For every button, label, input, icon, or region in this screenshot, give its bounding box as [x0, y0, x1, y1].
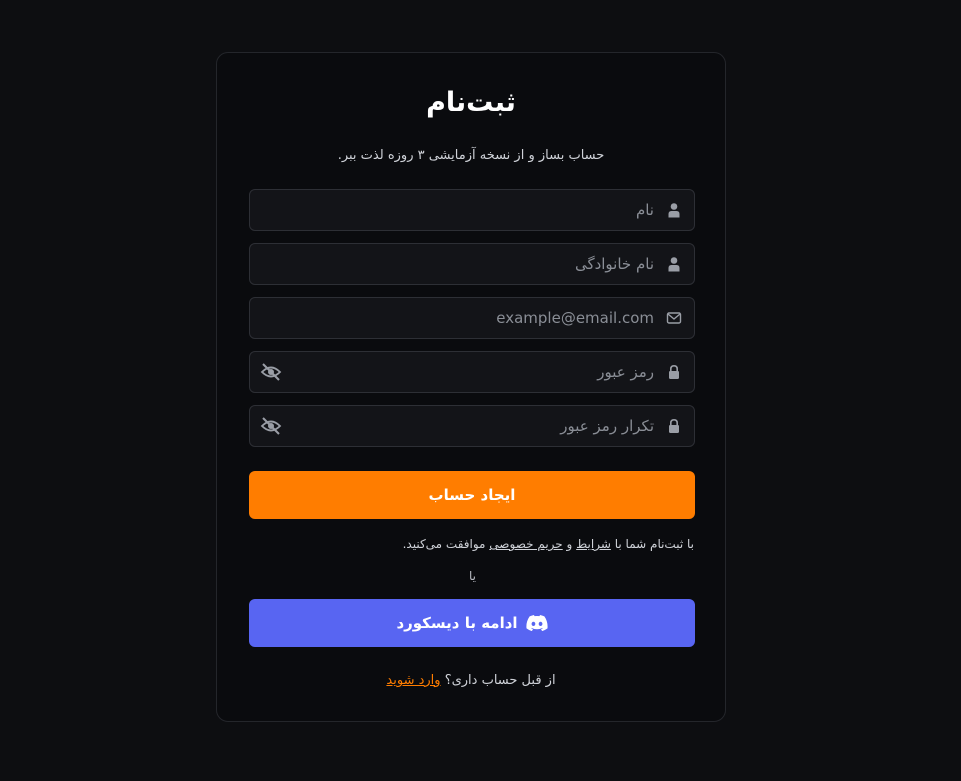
- terms-and: و: [566, 537, 573, 551]
- lock-icon: [669, 364, 679, 379]
- mail-icon: [666, 312, 682, 324]
- password-input[interactable]: [296, 352, 654, 392]
- eye-off-icon[interactable]: [260, 416, 282, 436]
- user-icon: [668, 203, 680, 218]
- page-title: ثبت‌نام: [426, 87, 516, 118]
- terms-notice: با ثبت‌نام شما با شرایط و حریم خصوصی موا…: [403, 537, 694, 551]
- last-name-field[interactable]: [249, 243, 695, 285]
- terms-prefix: با ثبت‌نام شما با: [614, 537, 694, 551]
- email-field[interactable]: [249, 297, 695, 339]
- user-icon: [668, 257, 680, 272]
- terms-link[interactable]: شرایط: [576, 537, 611, 551]
- eye-off-icon[interactable]: [260, 362, 282, 382]
- login-prompt-text: از قبل حساب داری؟: [444, 673, 556, 688]
- password-confirm-input[interactable]: [296, 406, 654, 446]
- page-subtitle: حساب بساز و از نسخه آزمایشی ۳ روزه لذت ب…: [337, 148, 605, 163]
- email-input[interactable]: [296, 298, 654, 338]
- first-name-input[interactable]: [296, 190, 654, 230]
- create-account-button[interactable]: ایجاد حساب: [249, 471, 695, 519]
- login-link[interactable]: وارد شوید: [386, 673, 440, 688]
- password-confirm-field[interactable]: [249, 405, 695, 447]
- last-name-input[interactable]: [296, 244, 654, 284]
- first-name-field[interactable]: [249, 189, 695, 231]
- discord-icon: [525, 615, 548, 631]
- terms-suffix: موافقت می‌کنید.: [402, 537, 486, 551]
- signup-card: ثبت‌نام حساب بساز و از نسخه آزمایشی ۳ رو…: [216, 52, 726, 722]
- discord-button-label: ادامه با دیسکورد: [396, 614, 518, 632]
- password-field[interactable]: [249, 351, 695, 393]
- or-divider: یا: [469, 569, 476, 583]
- privacy-link[interactable]: حریم خصوصی: [489, 537, 562, 551]
- lock-icon: [669, 418, 679, 433]
- discord-button[interactable]: ادامه با دیسکورد: [249, 599, 695, 647]
- login-prompt: از قبل حساب داری؟ وارد شوید: [217, 673, 725, 688]
